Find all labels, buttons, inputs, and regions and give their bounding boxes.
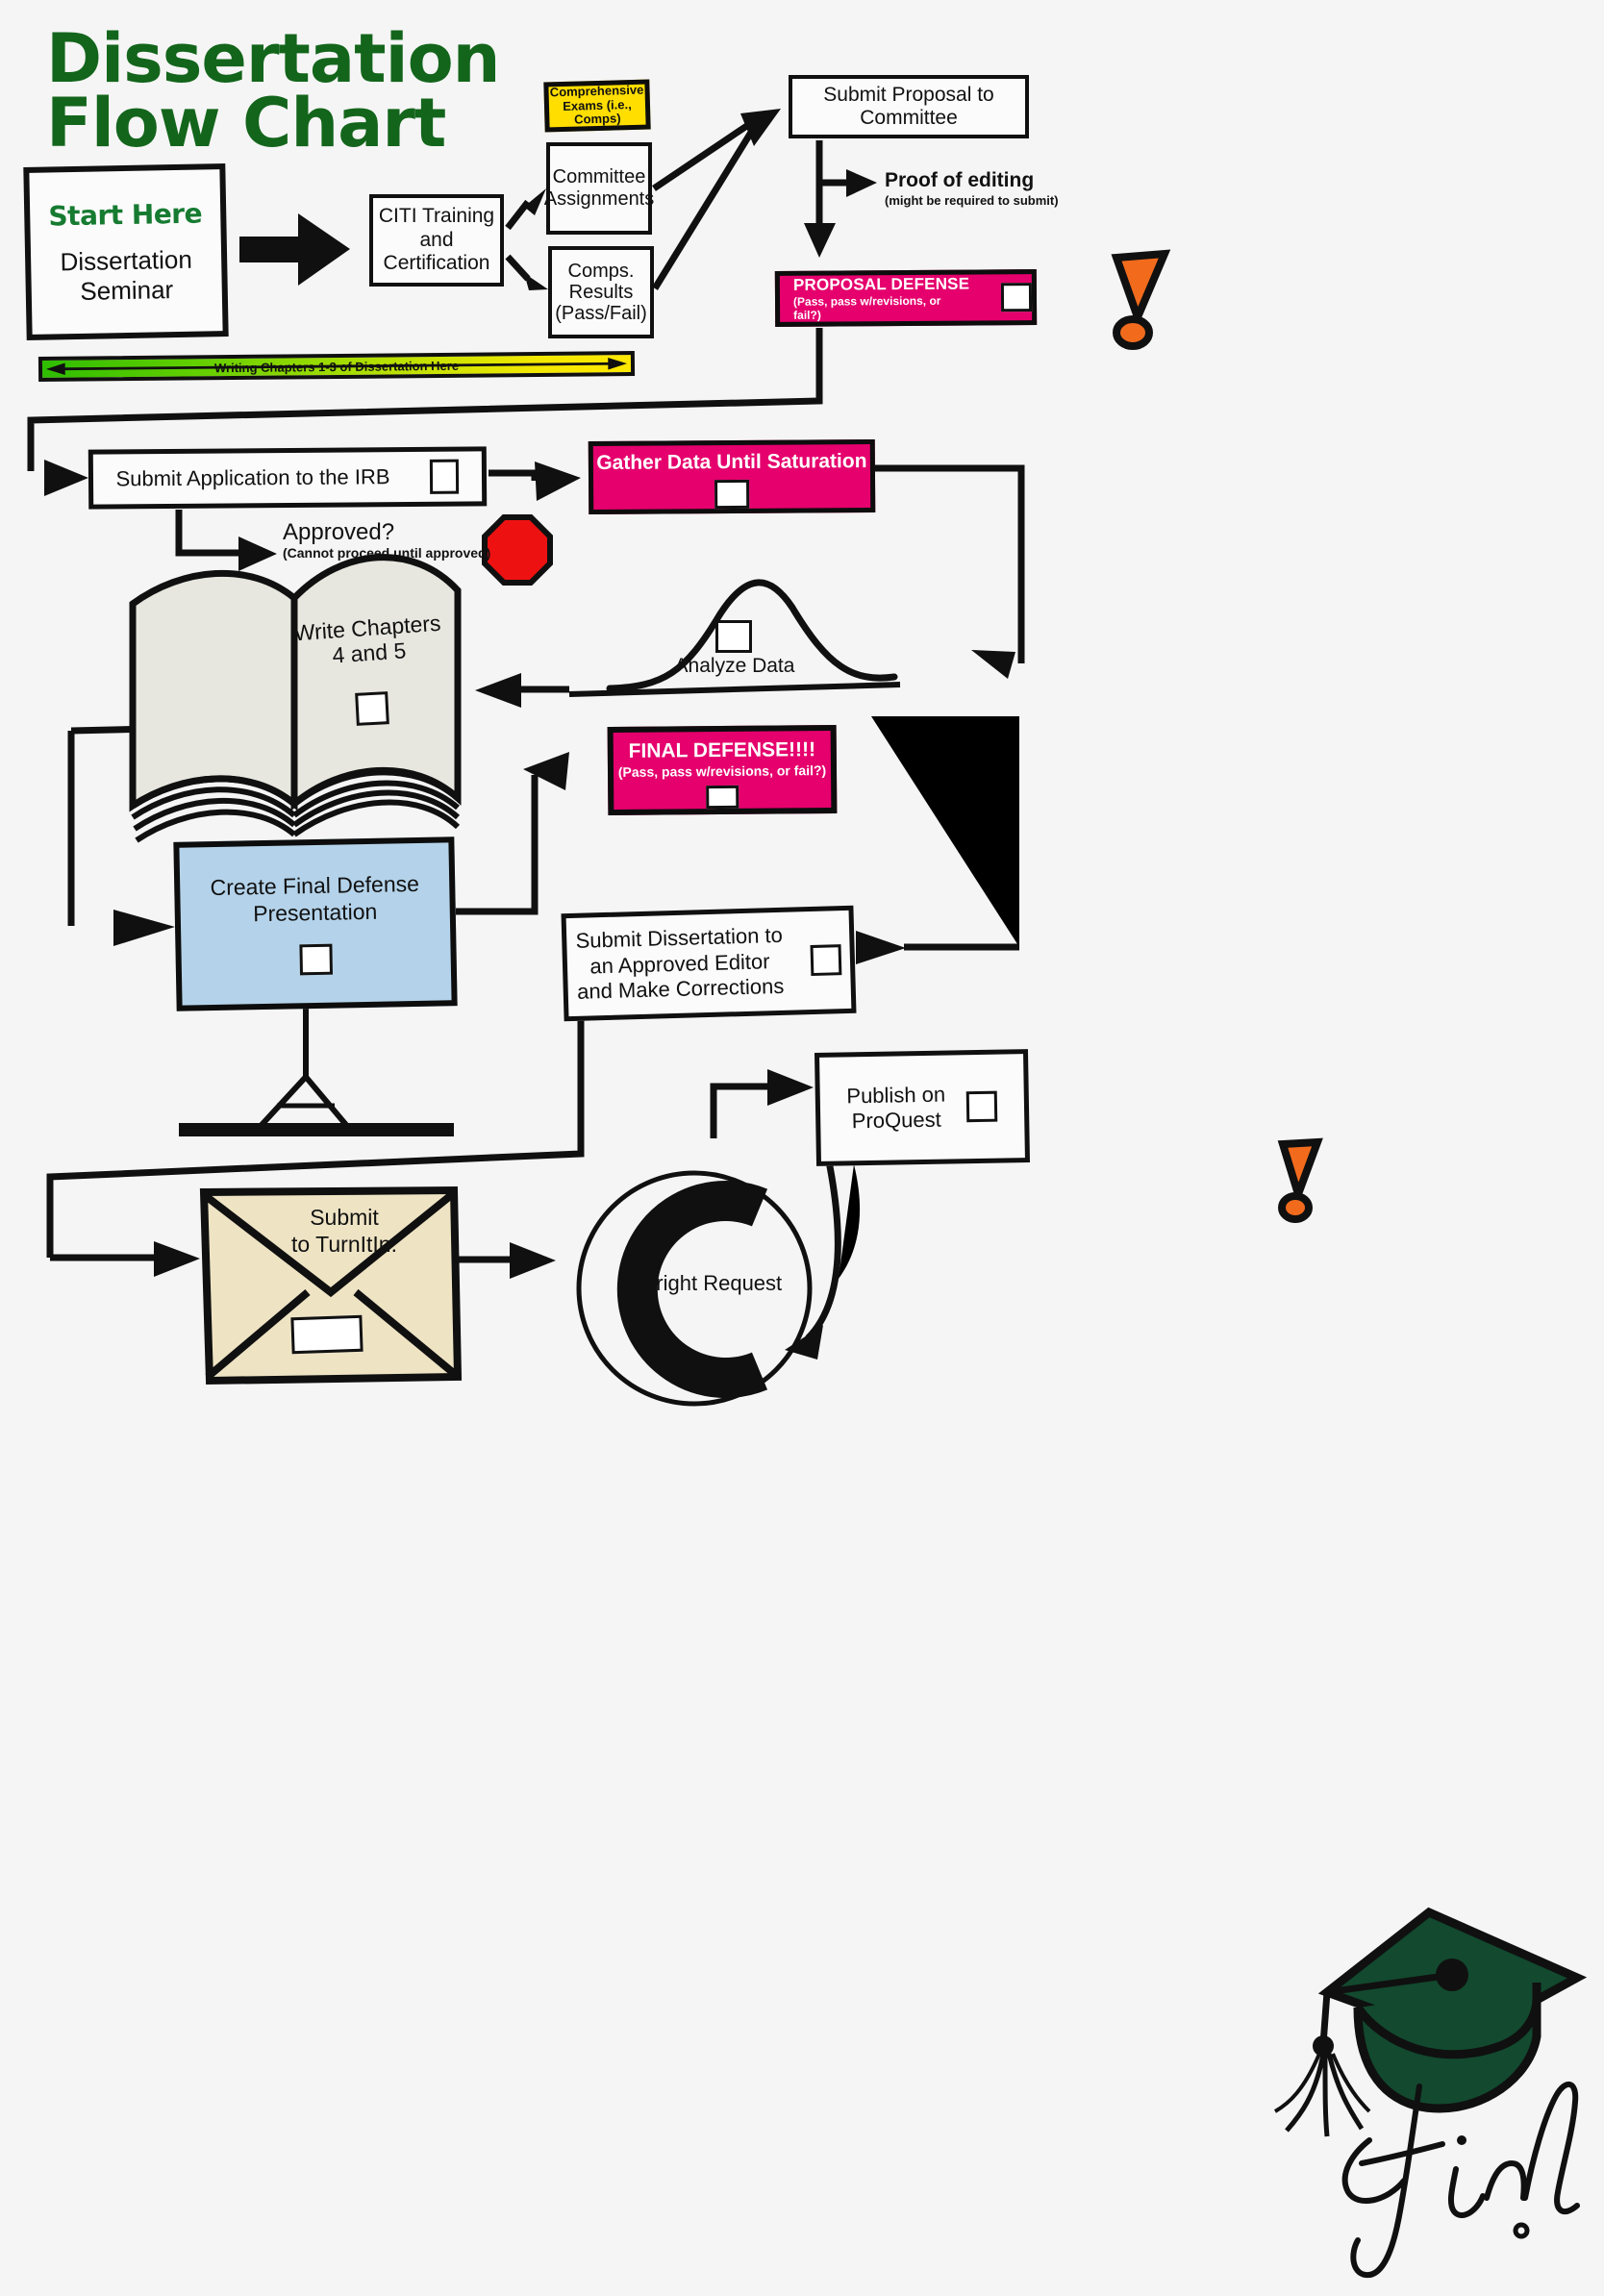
annotation-subtitle: (might be required to submit) (885, 193, 1059, 208)
checkbox-presentation[interactable] (299, 943, 334, 975)
node-label-line1: Submit (310, 1205, 379, 1230)
node-submit-dissertation-to-editor[interactable]: Submit Dissertation to an Approved Edito… (561, 905, 857, 1022)
band-label: Writing Chapters 1-3 of Dissertation Her… (42, 355, 631, 378)
node-publish-on-proquest[interactable]: Publish on ProQuest (814, 1049, 1031, 1166)
node-label-line3: and Make Corrections (576, 974, 785, 1005)
node-label: Submit Dissertation to an Approved Edito… (575, 923, 784, 1006)
node-label-subtitle: (Pass, pass w/revisions, or fail?) (792, 293, 941, 322)
node-label-line2: Seminar (80, 274, 174, 306)
connectors-layer (27, 109, 1025, 1360)
checkbox-write-chapters[interactable] (355, 691, 389, 726)
node-label-line2: Exams (i.e., Comps) (562, 96, 632, 128)
node-label-line2: and Certification (383, 228, 490, 275)
node-label: PROPOSAL DEFENSE (Pass, pass w/revisions… (793, 275, 971, 322)
node-label-subtitle: (Pass, pass w/revisions, or fail?) (617, 762, 827, 780)
node-label-line2: to TurnItIn. (291, 1231, 397, 1257)
node-label: Publish on ProQuest (846, 1082, 946, 1135)
node-label: Submit Application to the IRB (115, 464, 390, 491)
checkbox-turnitin[interactable] (290, 1314, 363, 1355)
checkbox-proposal-defense[interactable] (1001, 283, 1033, 312)
node-label-line1: Publish on (846, 1082, 946, 1108)
annotation-subtitle: (Cannot proceed until approved) (283, 545, 491, 561)
node-create-final-defense-presentation[interactable]: Create Final Defense Presentation (173, 836, 458, 1011)
node-label-line3: (Pass/Fail) (555, 303, 647, 324)
annotation-title: Proof of editing (885, 169, 1035, 191)
node-label-line2: Assignments (543, 188, 655, 210)
thick-right-arrow-icon (239, 213, 350, 286)
band-writing-chapters-1-3: Writing Chapters 1-3 of Dissertation Her… (38, 351, 636, 382)
node-label-title: FINAL DEFENSE!!!! (628, 738, 816, 762)
envelope-icon (199, 1185, 463, 1385)
node-label-line1: Create Final Defense (210, 871, 420, 901)
node-analyze-data[interactable]: Analyze Data (673, 655, 796, 678)
node-citi-training[interactable]: CITI Training and Certification (369, 194, 504, 287)
annotation-proof-of-editing: Proof of editing (might be required to s… (885, 169, 1173, 208)
warning-icons-layer (1111, 249, 1323, 1223)
checkbox-irb[interactable] (430, 459, 460, 494)
node-write-chapters-4-and-5[interactable]: Write Chapters 4 and 5 (285, 610, 451, 672)
copyright-icon (576, 1170, 813, 1407)
node-label: Submit Proposal to Committee (823, 84, 994, 129)
node-submit-to-turnitin[interactable]: Submit to TurnItIn. (248, 1205, 440, 1258)
node-submit-proposal-to-committee[interactable]: Submit Proposal to Committee (789, 75, 1029, 138)
open-book-icon (129, 554, 462, 843)
checkbox-editor[interactable] (810, 944, 842, 977)
annotation-title: Approved? (283, 519, 395, 545)
node-label-title: PROPOSAL DEFENSE (792, 274, 970, 294)
warning-exclamation-icon (1277, 1137, 1323, 1223)
node-label-line1: CITI Training (378, 204, 495, 227)
checkbox-analyze-data[interactable] (715, 620, 752, 653)
node-final-defense[interactable]: FINAL DEFENSE!!!! (Pass, pass w/revision… (607, 724, 838, 816)
projector-screen-icon (179, 1009, 454, 1136)
start-here-badge: Start Here (48, 197, 203, 233)
checkbox-gather-data[interactable] (714, 479, 750, 510)
node-comps-results[interactable]: Comps. Results (Pass/Fail) (548, 246, 654, 338)
node-proposal-defense[interactable]: PROPOSAL DEFENSE (Pass, pass w/revisions… (774, 269, 1038, 327)
node-label-line2: Results (568, 282, 634, 303)
graduation-cap-icon (1273, 1907, 1588, 2137)
warning-exclamation-icon (1111, 249, 1171, 350)
checkbox-proquest[interactable] (966, 1090, 998, 1123)
node-label-line1: Comps. (567, 261, 635, 282)
node-dissertation-seminar[interactable]: Start Here Dissertation Seminar (23, 163, 229, 340)
band-label-text: Writing Chapters 1-3 of Dissertation Her… (213, 358, 460, 375)
node-label-line1: Dissertation (60, 244, 193, 277)
checkbox-final-defense[interactable] (706, 785, 739, 810)
node-label-line2: ProQuest (851, 1107, 941, 1134)
node-committee-assignments[interactable]: Committee Assignments (543, 142, 655, 235)
node-comprehensive-exams[interactable]: Comprehensive Exams (i.e., Comps) (543, 79, 651, 133)
annotation-approved: Approved? (Cannot proceed until approved… (283, 519, 571, 561)
node-label-line2: Presentation (252, 898, 378, 927)
node-label: Create Final Defense Presentation (210, 871, 419, 928)
node-label: Gather Data Until Saturation (596, 450, 867, 474)
fin-signature-icon (1341, 2082, 1580, 2279)
node-label: Dissertation Seminar (60, 245, 192, 307)
flowchart-canvas: Dissertation Flow Chart Start Here Disse… (0, 0, 1604, 2296)
node-gather-data-until-saturation[interactable]: Gather Data Until Saturation (588, 438, 876, 515)
node-label-line1: Committee (552, 166, 646, 187)
node-submit-application-to-irb[interactable]: Submit Application to the IRB (88, 446, 488, 510)
node-copyright-request[interactable]: opyright Request (596, 1271, 808, 1296)
